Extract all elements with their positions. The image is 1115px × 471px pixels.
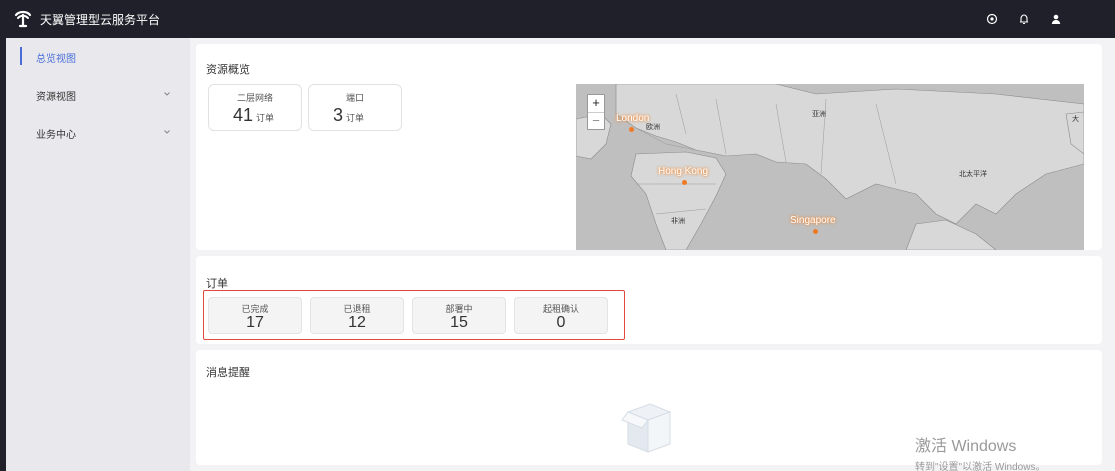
map-region-label: 亚洲 — [812, 111, 826, 118]
map-city-label: London — [616, 113, 650, 124]
sidebar-item-label: 总览视图 — [36, 53, 76, 65]
stat-layer2-network[interactable]: 二层网络 41 订单 — [208, 84, 302, 131]
world-map[interactable]: + − 欧洲 亚洲 北太平洋 非洲 大 London Hong Kong Sin… — [576, 84, 1084, 250]
order-stat-rent-confirm[interactable]: 起租确认 0 — [514, 297, 608, 334]
sidebar-item-label: 业务中心 — [36, 129, 76, 141]
map-zoom-control: + − — [587, 94, 605, 130]
map-marker-singapore[interactable] — [813, 229, 818, 234]
chevron-down-icon — [162, 127, 172, 137]
map-city-label: Hong Kong — [658, 166, 709, 177]
header-actions — [985, 0, 1063, 38]
stat-value: 12 — [348, 314, 366, 331]
app-title: 天翼管理型云服务平台 — [40, 12, 161, 27]
order-stat-completed[interactable]: 已完成 17 — [208, 297, 302, 334]
orders-title: 订单 — [206, 278, 228, 290]
order-stat-returned[interactable]: 已退租 12 — [310, 297, 404, 334]
sidebar-item-label: 资源视图 — [36, 91, 76, 103]
watermark-line1: 激活 Windows — [915, 438, 1017, 455]
map-region-label: 北太平洋 — [959, 171, 987, 178]
sidebar-item-business[interactable]: 业务中心 — [6, 114, 190, 152]
stat-value: 41 订单 — [233, 105, 275, 125]
stat-value: 0 — [556, 314, 566, 331]
map-marker-hongkong[interactable] — [682, 180, 687, 185]
settings-icon[interactable] — [985, 12, 999, 26]
zoom-in-button[interactable]: + — [588, 95, 604, 112]
map-region-label: 大 — [1072, 116, 1079, 123]
user-icon[interactable] — [1049, 12, 1063, 26]
resource-overview-card: 资源概览 二层网络 41 订单 端口 3 订单 + − 欧洲 亚洲 北太平洋 非… — [196, 44, 1102, 250]
map-city-label: Singapore — [790, 215, 836, 226]
map-region-label: 非洲 — [671, 218, 685, 225]
bell-icon[interactable] — [1017, 12, 1031, 26]
map-marker-london[interactable] — [629, 127, 634, 132]
chevron-down-icon — [162, 89, 172, 99]
top-bar: 天翼管理型云服务平台 — [0, 0, 1115, 38]
stat-label: 端口 — [345, 93, 364, 103]
stat-port[interactable]: 端口 3 订单 — [308, 84, 402, 131]
empty-box-icon — [614, 390, 676, 456]
orders-card: 订单 已完成 17 已退租 12 部署中 15 起租确认 0 — [196, 256, 1102, 344]
stat-value: 15 — [450, 314, 468, 331]
sidebar-item-overview[interactable]: 总览视图 — [6, 38, 190, 76]
stat-label: 二层网络 — [236, 93, 273, 103]
telecom-logo-icon[interactable] — [12, 8, 34, 30]
order-stat-deploying[interactable]: 部署中 15 — [412, 297, 506, 334]
stat-value: 3 订单 — [333, 105, 365, 125]
zoom-out-button[interactable]: − — [588, 112, 604, 129]
watermark-line2: 转到"设置"以激活 Windows。 — [915, 462, 1046, 471]
sidebar: 总览视图 资源视图 业务中心 — [0, 38, 190, 471]
messages-title: 消息提醒 — [206, 367, 250, 379]
resource-overview-title: 资源概览 — [206, 64, 250, 76]
windows-activation-watermark: 激活 Windows 转到"设置"以激活 Windows。 — [915, 432, 1045, 471]
stat-value: 17 — [246, 314, 264, 331]
sidebar-item-resources[interactable]: 资源视图 — [6, 76, 190, 114]
